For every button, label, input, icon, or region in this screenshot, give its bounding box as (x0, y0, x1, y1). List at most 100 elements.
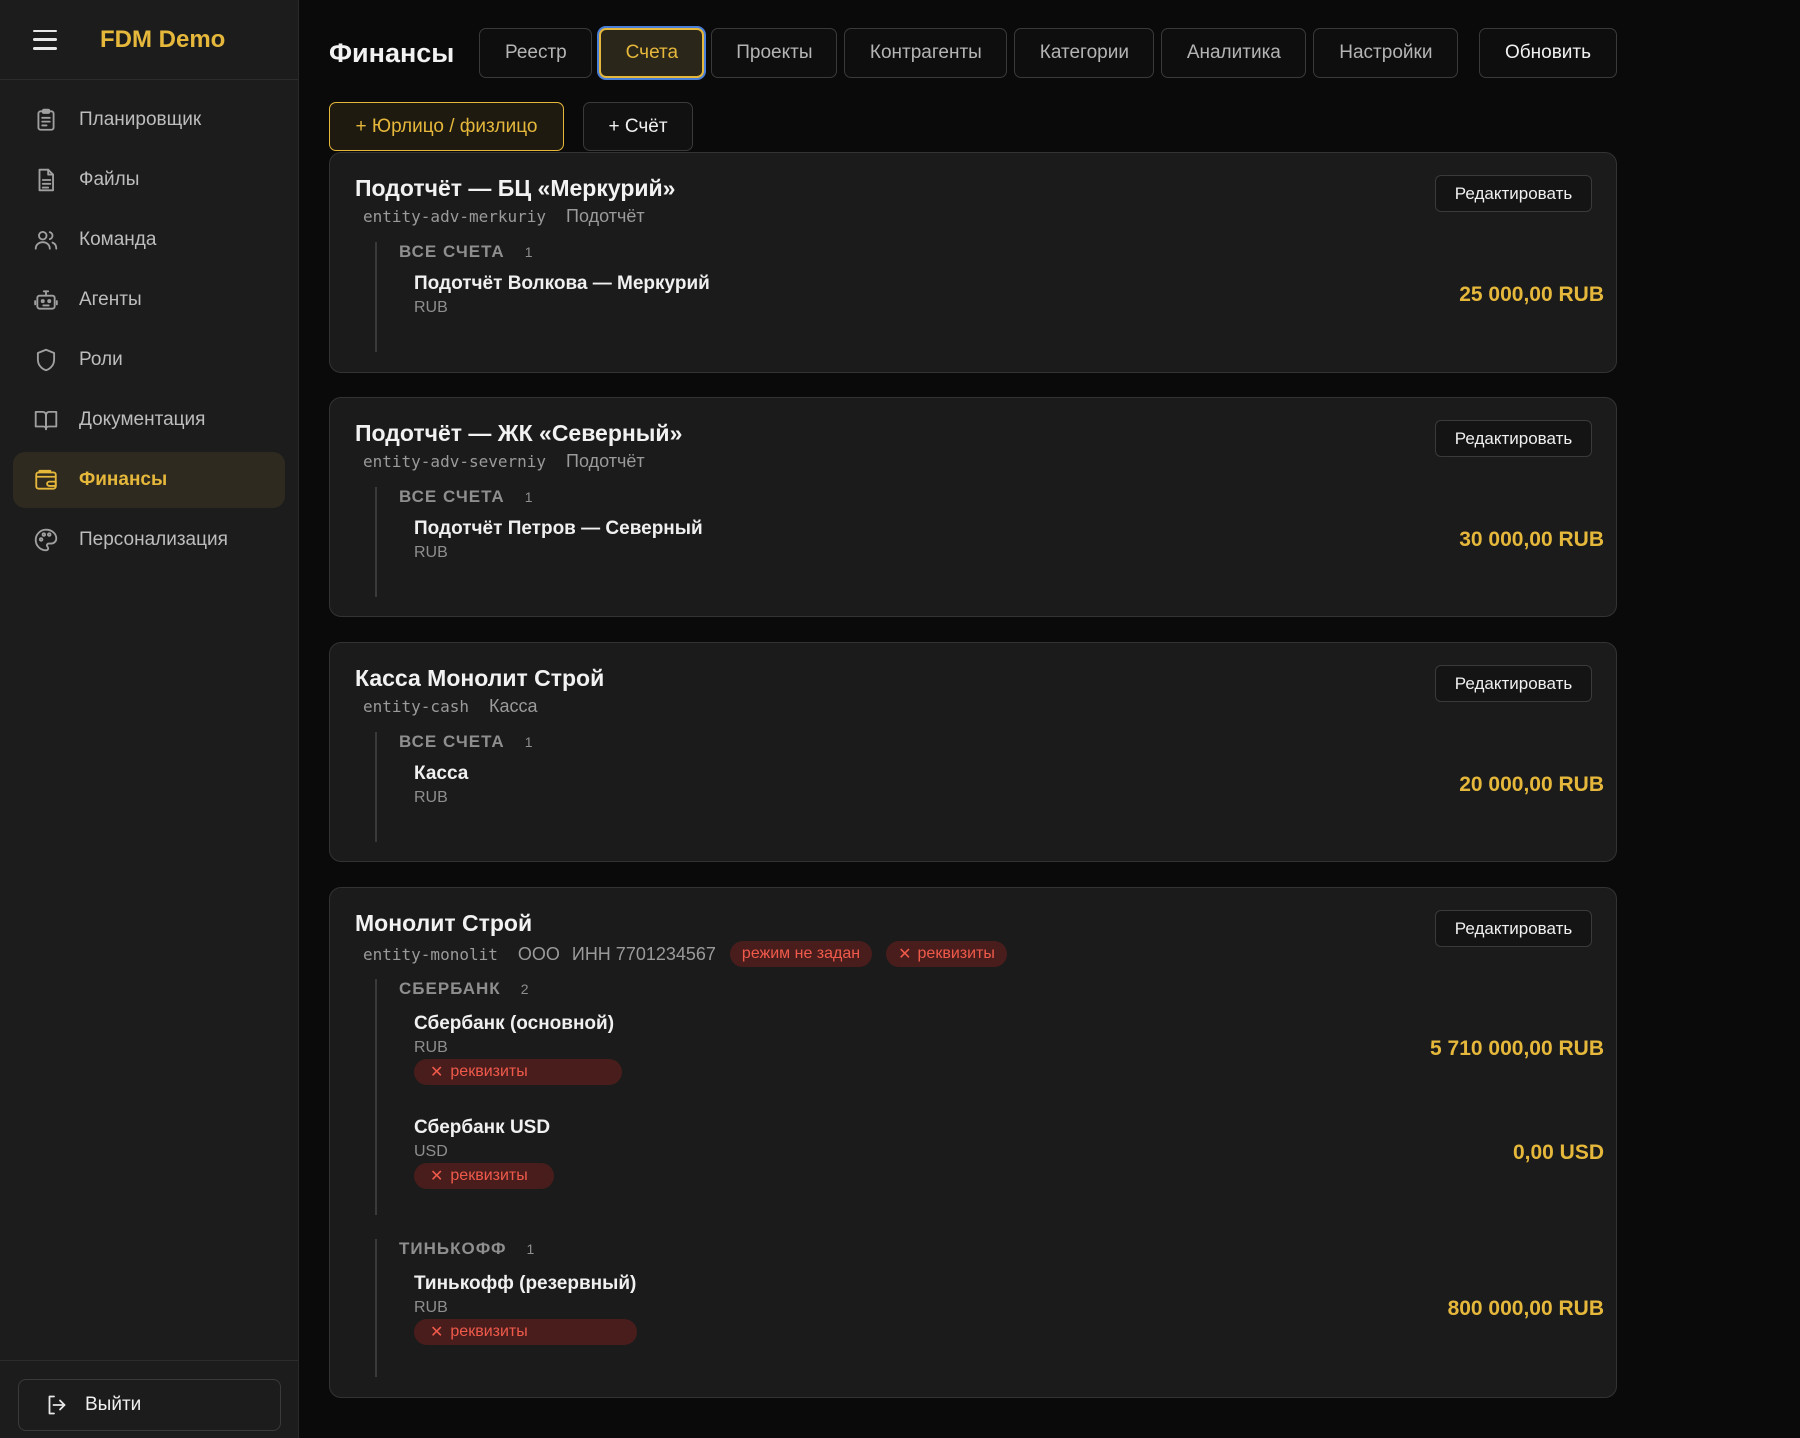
group-name: ВСЕ СЧЕТА (399, 732, 505, 751)
account-row[interactable]: Касса RUB 20 000,00 RUB (414, 763, 1604, 807)
sidebar-item-label: Персонализация (79, 529, 228, 550)
entity-card: Подотчёт — ЖК «Северный» entity-adv-seve… (329, 397, 1617, 617)
logout-label: Выйти (85, 1394, 142, 1415)
account-row[interactable]: Сбербанк USD USD ✕ реквизиты 0,00 USD (414, 1117, 1604, 1189)
sidebar-header: FDM Demo (0, 0, 298, 80)
account-row[interactable]: Подотчёт Петров — Северный RUB 30 000,00… (414, 518, 1604, 562)
account-name: Подотчёт Петров — Северный (414, 518, 703, 539)
account-currency: RUB (414, 544, 448, 561)
account-row[interactable]: Подотчёт Волкова — Меркурий RUB 25 000,0… (414, 273, 1604, 317)
menu-icon[interactable] (33, 29, 57, 50)
edit-button[interactable]: Редактировать (1435, 420, 1592, 457)
sidebar-item-finance[interactable]: Финансы (13, 452, 285, 508)
entity-title: Касса Монолит Строй (355, 665, 605, 691)
account-row[interactable]: Сбербанк (основной) RUB ✕ реквизиты 5 710… (414, 1013, 1604, 1085)
palette-icon (34, 528, 58, 552)
account-currency: RUB (414, 1299, 448, 1316)
entity-kind: ООО (517, 943, 560, 964)
sidebar-item-team[interactable]: Команда (13, 212, 285, 268)
close-icon: ✕ (430, 1064, 444, 1081)
tab-settings[interactable]: Настройки (1313, 28, 1459, 78)
badge-label: реквизиты (450, 1323, 528, 1340)
sidebar-item-label: Файлы (79, 169, 140, 190)
add-account-button[interactable]: + Счёт (583, 102, 693, 151)
entity-kind: Подотчёт (566, 451, 645, 471)
account-balance: 800 000,00 RUB (1447, 1297, 1604, 1320)
entity-slug: entity-monolit (363, 944, 498, 964)
tab-registry[interactable]: Реестр (479, 28, 593, 78)
group-name: ТИНЬКОФФ (399, 1239, 507, 1258)
tab-categories[interactable]: Категории (1014, 28, 1155, 78)
entity-card: Подотчёт — БЦ «Меркурий» entity-adv-merk… (329, 152, 1617, 373)
entity-meta: entity-adv-severniy Подотчёт (363, 451, 657, 472)
edit-button[interactable]: Редактировать (1435, 175, 1592, 212)
group-header: ВСЕ СЧЕТА 1 (399, 242, 533, 262)
tab-projects[interactable]: Проекты (711, 28, 838, 78)
account-balance: 25 000,00 RUB (1459, 283, 1604, 306)
account-balance: 5 710 000,00 RUB (1430, 1037, 1604, 1060)
refresh-button[interactable]: Обновить (1479, 28, 1617, 78)
book-icon (34, 410, 58, 431)
users-icon (34, 230, 58, 250)
tab-counterparties[interactable]: Контрагенты (844, 28, 1008, 78)
account-row[interactable]: Тинькофф (резервный) RUB ✕ реквизиты 800 … (414, 1273, 1604, 1345)
brand-logo[interactable]: FDM Demo (100, 26, 225, 54)
group-header: ВСЕ СЧЕТА 1 (399, 732, 533, 752)
sidebar-footer: Выйти (0, 1360, 299, 1438)
bot-icon (34, 290, 58, 310)
close-icon: ✕ (898, 946, 912, 963)
sidebar-item-agents[interactable]: Агенты (13, 272, 285, 328)
tab-accounts[interactable]: Счета (599, 28, 705, 78)
group-count: 1 (524, 244, 533, 260)
entity-title: Подотчёт — ЖК «Северный» (355, 420, 683, 446)
close-icon: ✕ (430, 1324, 444, 1341)
account-balance: 30 000,00 RUB (1459, 528, 1604, 551)
group-header: ВСЕ СЧЕТА 1 (399, 487, 533, 507)
account-name: Сбербанк USD (414, 1117, 551, 1138)
badge-label: режим не задан (741, 945, 861, 962)
badge-label: реквизиты (917, 945, 995, 962)
entity-meta: entity-adv-merkuriy Подотчёт (363, 206, 657, 227)
sidebar-item-label: Агенты (79, 289, 142, 310)
group-count: 1 (524, 489, 533, 505)
entity-title: Монолит Строй (355, 910, 533, 936)
page-title: Финансы (329, 37, 455, 68)
edit-button[interactable]: Редактировать (1435, 910, 1592, 947)
sidebar-item-personalization[interactable]: Персонализация (13, 512, 285, 568)
group-header: ТИНЬКОФФ 1 (399, 1239, 534, 1259)
badge-label: реквизиты (450, 1063, 528, 1080)
status-badge: ✕ реквизиты (414, 1163, 554, 1189)
entity-card: Касса Монолит Строй entity-cash Касса Ре… (329, 642, 1617, 862)
account-name: Сбербанк (основной) (414, 1013, 615, 1034)
account-group: ТИНЬКОФФ 1 Тинькофф (резервный) RUB ✕ рек… (375, 1239, 1604, 1377)
entity-kind: Касса (488, 696, 538, 716)
group-name: ВСЕ СЧЕТА (399, 242, 505, 261)
sidebar-item-roles[interactable]: Роли (13, 332, 285, 388)
entity-slug: entity-adv-merkuriy (363, 207, 547, 226)
close-icon: ✕ (430, 1168, 444, 1185)
sidebar-item-planner[interactable]: Планировщик (13, 92, 285, 148)
account-group: СБЕРБАНК 2 Сбербанк (основной) RUB ✕ рекв… (375, 979, 1604, 1215)
logout-icon (48, 1395, 66, 1415)
badge-label: реквизиты (450, 1167, 528, 1184)
action-bar: + Юрлицо / физлицо + Счёт (329, 102, 693, 151)
edit-button[interactable]: Редактировать (1435, 665, 1592, 702)
tab-analytics[interactable]: Аналитика (1161, 28, 1307, 78)
entity-inn: ИНН 7701234567 (571, 943, 716, 964)
group-name: ВСЕ СЧЕТА (399, 487, 505, 506)
sidebar-item-label: Команда (79, 229, 157, 250)
status-badge: ✕ реквизиты (414, 1319, 637, 1345)
add-entity-button[interactable]: + Юрлицо / физлицо (329, 102, 564, 151)
account-name: Подотчёт Волкова — Меркурий (414, 273, 710, 294)
sidebar-item-docs[interactable]: Документация (13, 392, 285, 448)
shield-icon (36, 348, 56, 372)
logout-button[interactable]: Выйти (18, 1379, 281, 1431)
account-currency: RUB (414, 1039, 448, 1056)
sidebar-item-files[interactable]: Файлы (13, 152, 285, 208)
status-badge: ✕ реквизиты (886, 941, 1007, 967)
sidebar: FDM Demo Планировщик Файлы Команда Агент… (0, 0, 299, 1438)
account-currency: USD (414, 1143, 448, 1160)
group-header: СБЕРБАНК 2 (399, 979, 528, 999)
header: Финансы Реестр Счета Проекты Контрагенты… (329, 28, 1465, 78)
entity-meta: entity-cash Касса (363, 696, 549, 717)
